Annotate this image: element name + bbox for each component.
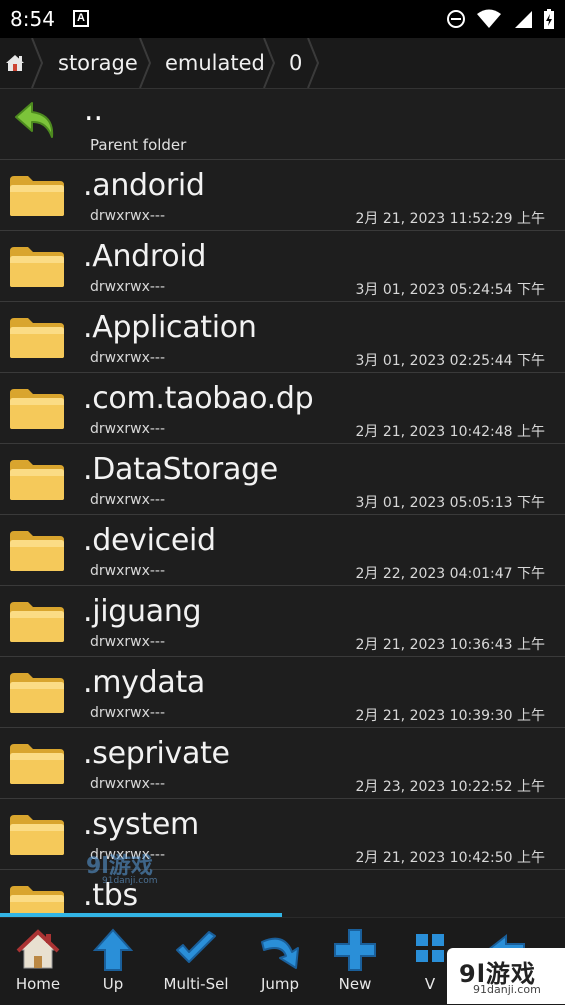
folder-icon (10, 389, 64, 429)
folder-row[interactable]: .DataStorage drwxrwx--- 3月 01, 2023 05:05:… (0, 444, 565, 515)
folder-date: 3月 01, 2023 05:24:54 下午 (355, 282, 545, 298)
watermark-overlay-sub: 91danji.com (102, 876, 158, 886)
file-list[interactable]: .. Parent folder .andorid drwxrwx--- 2月 21… (0, 89, 565, 917)
folder-permissions: drwxrwx--- (90, 208, 166, 224)
folder-permissions: drwxrwx--- (90, 279, 166, 295)
folder-row[interactable]: .system drwxrwx--- 2月 21, 2023 10:42:50 上午 (0, 799, 565, 870)
watermark-overlay: 9l游戏 91danji.com (86, 848, 157, 886)
do-not-disturb-icon (446, 10, 465, 28)
folder-date: 2月 21, 2023 10:42:48 上午 (355, 424, 545, 440)
folder-icon (10, 531, 64, 571)
folder-row[interactable]: .com.taobao.dp drwxrwx--- 2月 21, 2023 10:4… (0, 373, 565, 444)
watermark-badge: 9l游戏 91danji.com (447, 948, 565, 1004)
folder-icon (10, 318, 64, 358)
folder-name: .seprivate (83, 736, 230, 771)
folder-row[interactable]: .deviceid drwxrwx--- 2月 22, 2023 04:01:47 … (0, 515, 565, 586)
folder-date: 3月 01, 2023 02:25:44 下午 (355, 353, 545, 369)
folder-icon (10, 744, 64, 784)
plus-icon (334, 929, 376, 971)
breadcrumb-separator (139, 38, 152, 88)
up-button[interactable]: Up (75, 918, 151, 1005)
folder-permissions: drwxrwx--- (90, 563, 166, 579)
folder-row[interactable]: .Android drwxrwx--- 3月 01, 2023 05:24:54 下… (0, 231, 565, 302)
folder-row[interactable]: .mydata drwxrwx--- 2月 21, 2023 10:39:30 上午 (0, 657, 565, 728)
folder-permissions: drwxrwx--- (90, 634, 166, 650)
folder-name: .Android (83, 239, 207, 274)
folder-row[interactable]: .jiguang drwxrwx--- 2月 21, 2023 10:36:43 上… (0, 586, 565, 657)
folder-date: 2月 21, 2023 10:36:43 上午 (355, 637, 545, 653)
up-arrow-icon (93, 928, 133, 971)
watermark-sub: 91danji.com (473, 983, 541, 996)
folder-name: .system (83, 807, 199, 842)
breadcrumb-separator (263, 38, 276, 88)
folder-icon (10, 460, 64, 500)
status-icons (440, 8, 555, 30)
folder-icon (10, 247, 64, 287)
parent-folder-row[interactable]: .. Parent folder (0, 89, 565, 160)
folder-name: .deviceid (83, 523, 216, 558)
folder-icon (10, 815, 64, 855)
wifi-icon (477, 9, 502, 28)
view-grid-icon (416, 934, 444, 962)
home-icon (16, 929, 60, 969)
folder-icon (10, 886, 64, 917)
folder-row[interactable]: .seprivate drwxrwx--- 2月 23, 2023 10:22:52… (0, 728, 565, 799)
folder-permissions: drwxrwx--- (90, 705, 166, 721)
battery-charging-icon (544, 9, 554, 29)
parent-dots: .. (84, 93, 104, 128)
home-button[interactable]: Home (0, 918, 76, 1005)
multi-select-label: Multi-Sel (163, 975, 229, 993)
folder-name: .jiguang (83, 594, 202, 629)
new-label: New (338, 975, 372, 993)
folder-icon (10, 176, 64, 216)
breadcrumb-separator (307, 38, 320, 88)
breadcrumb-storage[interactable]: storage (58, 38, 138, 88)
folder-date: 2月 21, 2023 10:42:50 上午 (355, 850, 545, 866)
folder-name: .mydata (83, 665, 205, 700)
folder-permissions: drwxrwx--- (90, 350, 166, 366)
new-button[interactable]: New (317, 918, 393, 1005)
up-label: Up (102, 975, 124, 993)
folder-icon (10, 602, 64, 642)
folder-permissions: drwxrwx--- (90, 492, 166, 508)
multi-select-button[interactable]: Multi-Sel (158, 918, 234, 1005)
jump-button[interactable]: Jump (242, 918, 318, 1005)
jump-label: Jump (260, 975, 300, 993)
folder-date: 3月 01, 2023 05:05:13 下午 (355, 495, 545, 511)
folder-date: 2月 22, 2023 04:01:47 下午 (355, 566, 545, 582)
breadcrumb-emulated[interactable]: emulated (165, 38, 265, 88)
jump-arrow-icon (261, 937, 299, 969)
folder-name: .andorid (83, 168, 205, 203)
breadcrumb: storage emulated 0 (0, 38, 565, 89)
home-crumb-icon[interactable] (4, 52, 26, 74)
folder-date: 2月 21, 2023 11:52:29 上午 (355, 211, 545, 227)
folder-date: 2月 23, 2023 10:22:52 上午 (355, 779, 545, 795)
parent-folder-label: Parent folder (90, 136, 187, 154)
folder-row[interactable]: .tbs (0, 870, 565, 917)
folder-name: .com.taobao.dp (83, 381, 314, 416)
status-bar: 8:54 A (0, 0, 565, 38)
folder-name: .Application (83, 310, 257, 345)
folder-permissions: drwxrwx--- (90, 776, 166, 792)
folder-permissions: drwxrwx--- (90, 421, 166, 437)
folder-row[interactable]: .andorid drwxrwx--- 2月 21, 2023 11:52:29 上… (0, 160, 565, 231)
notification-a-icon: A (73, 10, 89, 27)
breadcrumb-separator (31, 38, 44, 88)
folder-icon (10, 673, 64, 713)
checkmark-icon (176, 931, 216, 963)
status-time: 8:54 (10, 7, 55, 31)
breadcrumb-0[interactable]: 0 (289, 38, 302, 88)
back-arrow-icon (15, 102, 54, 138)
folder-name: .DataStorage (83, 452, 278, 487)
home-label: Home (15, 975, 61, 993)
signal-icon (514, 11, 532, 28)
folder-row[interactable]: .Application drwxrwx--- 3月 01, 2023 02:25:… (0, 302, 565, 373)
folder-date: 2月 21, 2023 10:39:30 上午 (355, 708, 545, 724)
